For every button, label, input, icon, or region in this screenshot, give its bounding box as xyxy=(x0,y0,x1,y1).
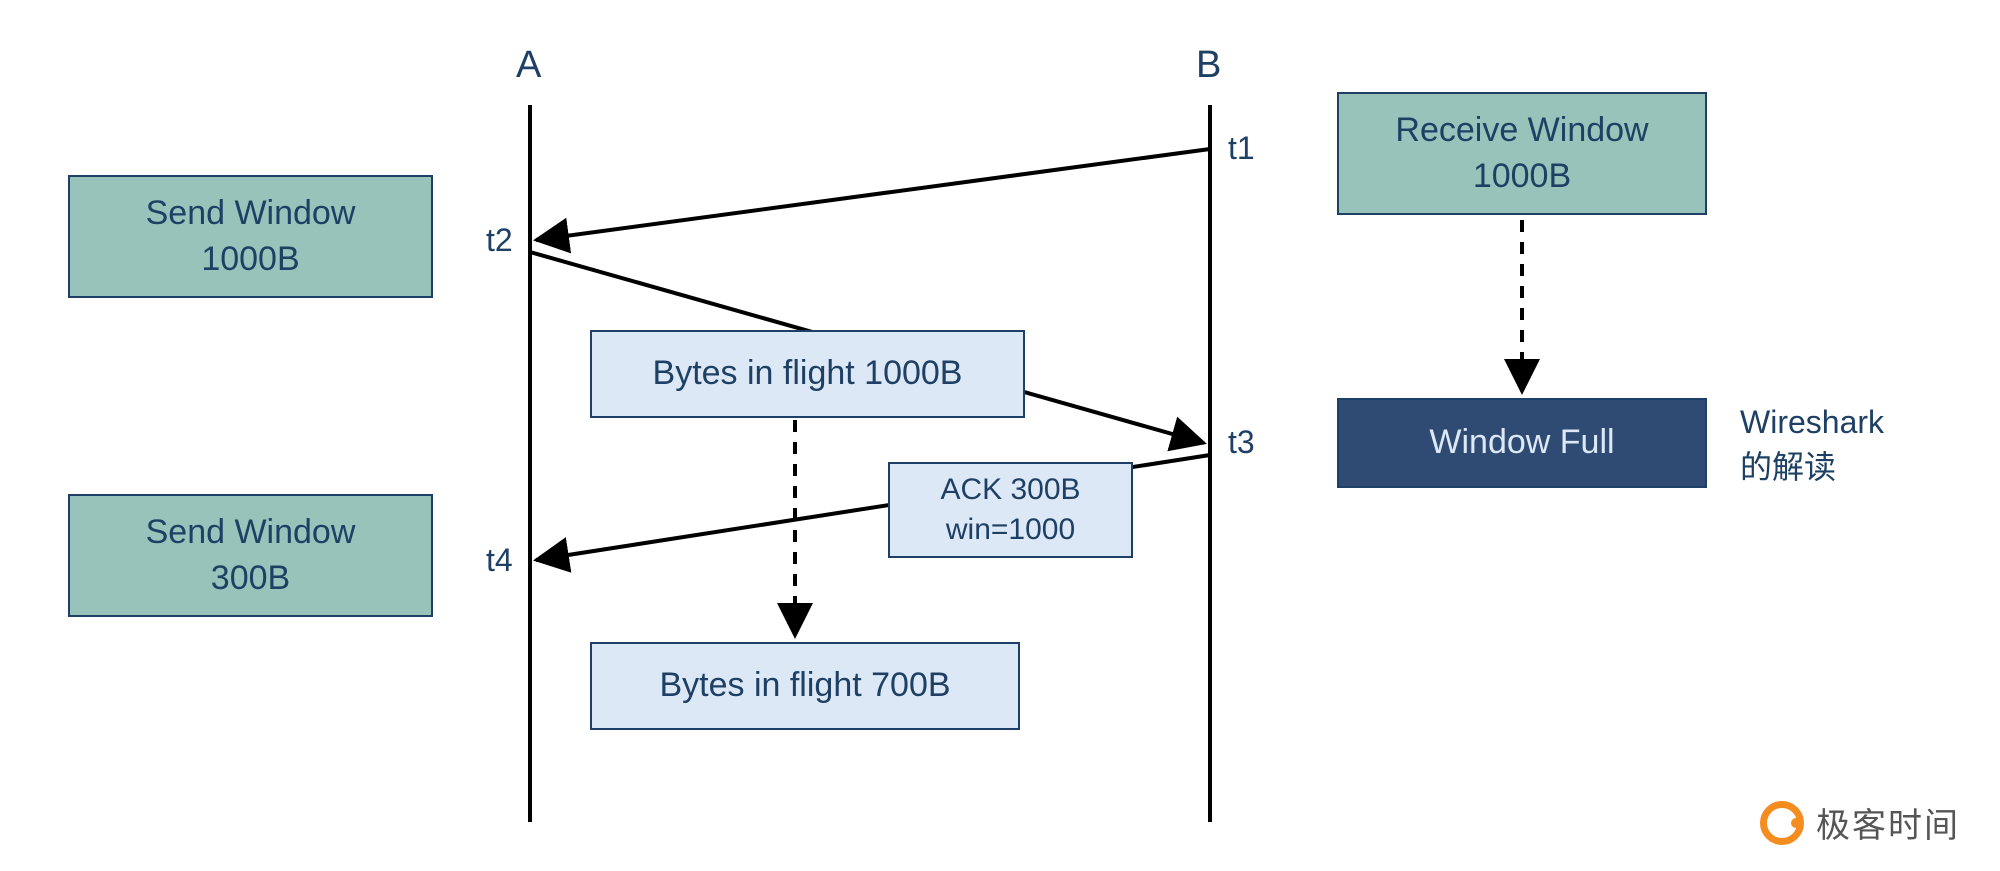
wireshark-annotation: Wireshark 的解读 xyxy=(1740,400,1884,490)
receive-window: Receive Window 1000B xyxy=(1337,92,1707,215)
time-t1: t1 xyxy=(1228,130,1255,167)
time-t2: t2 xyxy=(486,222,513,259)
endpoint-b-label: B xyxy=(1196,44,1221,87)
bytes-in-flight-before: Bytes in flight 1000B xyxy=(590,330,1025,418)
bytes-in-flight-after: Bytes in flight 700B xyxy=(590,642,1020,730)
time-t3: t3 xyxy=(1228,424,1255,461)
ack-box: ACK 300B win=1000 xyxy=(888,462,1133,558)
branding: 极客时间 xyxy=(1760,798,1960,847)
msg-advertise-window xyxy=(536,149,1210,240)
wireshark-line2: 的解读 xyxy=(1740,445,1884,490)
send-window-initial: Send Window 1000B xyxy=(68,175,433,298)
endpoint-a-label: A xyxy=(516,44,541,87)
wireshark-line1: Wireshark xyxy=(1740,400,1884,445)
brand-name: 极客时间 xyxy=(1816,798,1960,847)
logo-icon xyxy=(1760,801,1804,845)
window-full: Window Full xyxy=(1337,398,1707,488)
send-window-after: Send Window 300B xyxy=(68,494,433,617)
time-t4: t4 xyxy=(486,542,513,579)
